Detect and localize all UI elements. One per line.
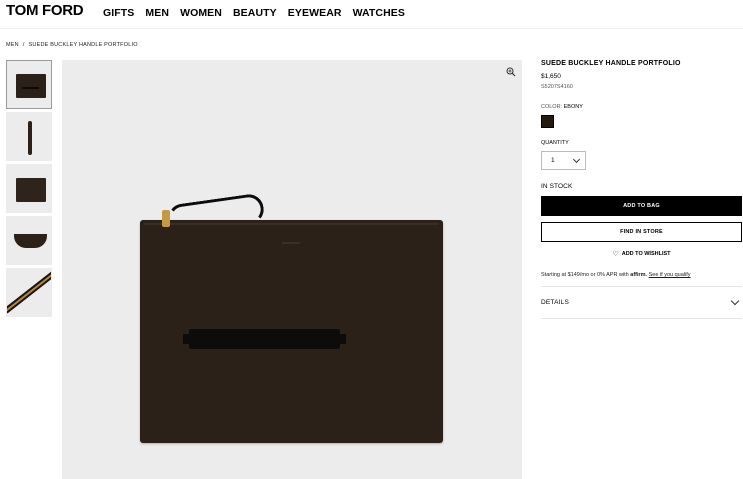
color-label: COLOR: EBONY — [541, 104, 742, 110]
bag-body — [140, 220, 443, 443]
thumbnail-front[interactable] — [6, 60, 52, 109]
zoom-in-icon[interactable] — [506, 67, 516, 77]
thumbnail-side-image — [28, 121, 32, 155]
breadcrumb-current: SUEDE BUCKLEY HANDLE PORTFOLIO — [28, 42, 138, 48]
quantity-label: QUANTITY — [541, 140, 569, 146]
bag-zipper — [144, 223, 439, 225]
product-sku: S5207S4160 — [541, 84, 573, 90]
main-product-image[interactable] — [62, 60, 522, 479]
bag-logo-stamp — [282, 242, 300, 244]
header-divider — [0, 28, 743, 29]
brand-logo[interactable]: TOM FORD — [6, 2, 84, 19]
thumbnail-zipper-image — [7, 270, 51, 314]
affirm-qualify-link[interactable]: See if you qualify — [649, 272, 691, 278]
financing-text: Starting at $149/mo or 0% APR with — [541, 272, 629, 278]
bag-zipper-pull — [162, 210, 170, 227]
chevron-down-icon — [730, 296, 740, 306]
nav-item-eyewear[interactable]: EYEWEAR — [288, 7, 342, 19]
thumbnail-zipper[interactable] — [6, 268, 52, 317]
nav-item-men[interactable]: MEN — [145, 7, 169, 19]
add-to-bag-button[interactable]: ADD TO BAG — [541, 196, 742, 216]
add-to-wishlist-button[interactable]: ♡ ADD TO WISHLIST — [541, 250, 742, 258]
color-swatch-ebony[interactable] — [541, 115, 554, 128]
nav-item-beauty[interactable]: BEAUTY — [233, 7, 277, 19]
color-value: EBONY — [563, 104, 583, 110]
financing-info: Starting at $149/mo or 0% APR with affir… — [541, 272, 742, 278]
thumbnail-back[interactable] — [6, 164, 52, 213]
wishlist-label: ADD TO WISHLIST — [621, 251, 671, 257]
thumbnail-open[interactable] — [6, 216, 52, 265]
main-nav: GIFTS MEN WOMEN BEAUTY EYEWEAR WATCHES — [103, 7, 416, 19]
nav-item-gifts[interactable]: GIFTS — [103, 7, 134, 19]
quantity-select[interactable]: 1 — [541, 151, 586, 170]
product-title: SUEDE BUCKLEY HANDLE PORTFOLIO — [541, 60, 681, 67]
product-price: $1,650 — [541, 73, 561, 80]
nav-item-watches[interactable]: WATCHES — [353, 7, 405, 19]
details-label: DETAILS — [541, 299, 570, 306]
site-header: TOM FORD GIFTS MEN WOMEN BEAUTY EYEWEAR … — [0, 0, 743, 28]
affirm-logo: affirm. — [630, 272, 648, 278]
product-info-panel: SUEDE BUCKLEY HANDLE PORTFOLIO $1,650 S5… — [541, 60, 742, 319]
breadcrumb-separator: / — [22, 42, 25, 48]
thumbnail-front-image — [16, 74, 46, 98]
breadcrumb-men[interactable]: MEN — [6, 42, 19, 48]
stock-status: IN STOCK — [541, 183, 573, 190]
chevron-down-icon — [572, 155, 581, 163]
divider — [541, 318, 742, 319]
heart-icon: ♡ — [612, 251, 619, 258]
nav-item-women[interactable]: WOMEN — [180, 7, 222, 19]
breadcrumb: MEN / SUEDE BUCKLEY HANDLE PORTFOLIO — [6, 42, 138, 48]
quantity-value: 1 — [551, 157, 555, 164]
thumbnail-gallery — [6, 60, 52, 320]
color-label-text: COLOR: — [541, 104, 563, 110]
thumbnail-open-image — [14, 234, 47, 248]
bag-handle — [183, 328, 346, 350]
thumbnail-back-image — [16, 178, 46, 202]
find-in-store-button[interactable]: FIND IN STORE — [541, 222, 742, 242]
thumbnail-side[interactable] — [6, 112, 52, 161]
details-accordion[interactable]: DETAILS — [541, 287, 742, 318]
